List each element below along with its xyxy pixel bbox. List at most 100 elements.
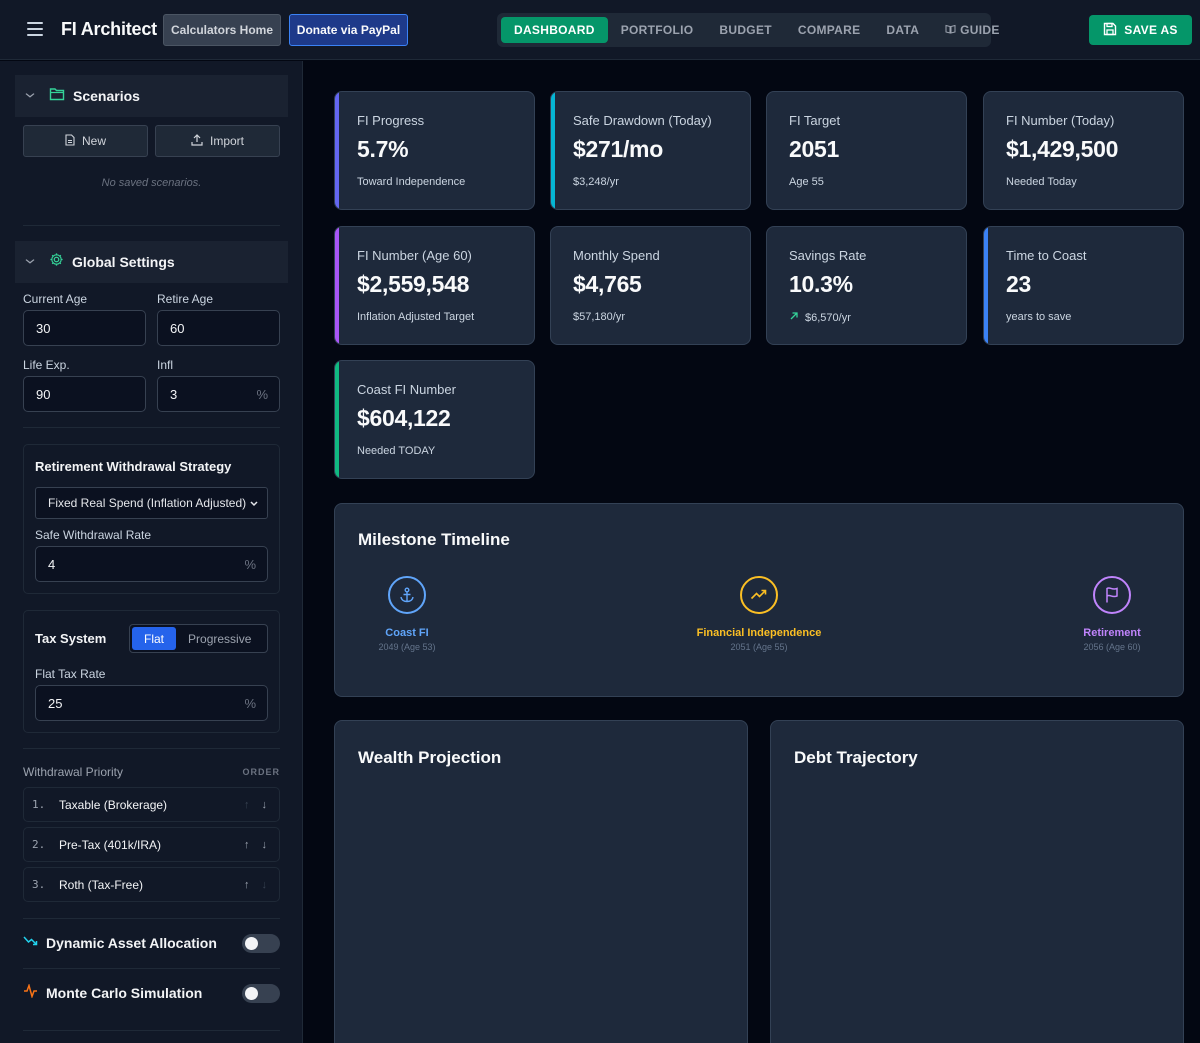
flat-tax-label: Flat Tax Rate xyxy=(35,667,106,681)
book-icon xyxy=(945,24,956,37)
stat-sub: Inflation Adjusted Target xyxy=(357,311,475,323)
tab-portfolio[interactable]: PORTFOLIO xyxy=(608,17,707,43)
stat-value: 2051 xyxy=(789,136,839,162)
monte-carlo-toggle[interactable] xyxy=(242,983,280,1003)
stat-sub: Needed Today xyxy=(1006,176,1077,188)
import-scenario-button[interactable]: Import xyxy=(155,125,280,157)
no-scenarios-note: No saved scenarios. xyxy=(101,177,202,189)
divider xyxy=(23,748,280,749)
monte-carlo-row: Monte Carlo Simulation xyxy=(23,981,280,1005)
inflation-label: Infl xyxy=(157,358,174,372)
milestone-name: Coast FI xyxy=(385,627,429,639)
dynamic-allocation-label: Dynamic Asset Allocation xyxy=(46,935,217,951)
dynamic-allocation-toggle[interactable] xyxy=(242,933,280,953)
stat-label: Safe Drawdown (Today) xyxy=(573,113,712,128)
folder-icon xyxy=(49,87,65,106)
stat-sub: $3,248/yr xyxy=(573,176,619,188)
withdrawal-strategy-select[interactable]: Fixed Real Spend (Inflation Adjusted) xyxy=(35,487,268,519)
milestone-sub: 2051 (Age 55) xyxy=(730,642,788,652)
withdrawal-strategy-value: Fixed Real Spend (Inflation Adjusted) xyxy=(48,496,247,510)
tax-flat-option[interactable]: Flat xyxy=(132,627,177,650)
arrow-down-icon[interactable]: ↓ xyxy=(262,839,268,851)
milestone-timeline-panel: Milestone Timeline Coast FI 2049 (Age 53… xyxy=(334,503,1184,697)
inflation-value: 3 xyxy=(170,386,178,402)
inflation-input[interactable]: 3 % xyxy=(157,376,280,412)
arrow-up-icon[interactable]: ↑ xyxy=(244,839,250,851)
tax-system-toggle: Flat Progressive xyxy=(129,624,268,653)
tab-dashboard[interactable]: DASHBOARD xyxy=(501,17,608,43)
arrow-up-icon: ↑ xyxy=(244,798,250,811)
swr-input[interactable]: 4 % xyxy=(35,546,268,582)
stat-label: Monthly Spend xyxy=(573,248,660,263)
retire-age-label: Retire Age xyxy=(157,292,214,306)
trending-up-icon xyxy=(740,576,778,614)
stat-label: Savings Rate xyxy=(789,248,867,263)
stat-card-savings-rate: Savings Rate 10.3% $6,570/yr xyxy=(766,226,967,345)
withdrawal-strategy-title: Retirement Withdrawal Strategy xyxy=(35,459,232,474)
swr-value: 4 xyxy=(48,556,56,572)
tab-data[interactable]: DATA xyxy=(873,17,932,43)
current-age-input[interactable]: 30 xyxy=(23,310,146,346)
retire-age-input[interactable]: 60 xyxy=(157,310,280,346)
milestone-retirement: Retirement 2056 (Age 60) xyxy=(1022,576,1200,652)
menu-icon[interactable] xyxy=(27,22,43,36)
percent-unit: % xyxy=(244,695,256,711)
current-age-label: Current Age xyxy=(23,292,88,306)
milestone-name: Retirement xyxy=(1083,627,1141,639)
milestone-sub: 2056 (Age 60) xyxy=(1083,642,1141,652)
flag-icon xyxy=(1093,576,1131,614)
tab-budget[interactable]: BUDGET xyxy=(706,17,784,43)
percent-unit: % xyxy=(256,386,268,402)
arrow-up-right-icon xyxy=(789,311,799,324)
arrow-down-icon[interactable]: ↓ xyxy=(262,799,268,811)
tab-guide-label: GUIDE xyxy=(960,23,1000,37)
stat-value: 23 xyxy=(1006,271,1031,297)
life-expectancy-input[interactable]: 90 xyxy=(23,376,146,412)
scenarios-title: Scenarios xyxy=(73,88,140,104)
milestone-coast-fi: Coast FI 2049 (Age 53) xyxy=(317,576,497,652)
stat-label: FI Number (Age 60) xyxy=(357,248,472,263)
global-settings-header[interactable]: Global Settings xyxy=(15,241,288,283)
stat-label: Coast FI Number xyxy=(357,382,456,397)
priority-label: Roth (Tax-Free) xyxy=(59,877,144,892)
sidebar: Scenarios New Import No saved scenarios.… xyxy=(0,61,303,1043)
new-scenario-button[interactable]: New xyxy=(23,125,148,157)
tab-compare[interactable]: COMPARE xyxy=(785,17,874,43)
tax-progressive-option[interactable]: Progressive xyxy=(176,627,263,650)
divider xyxy=(23,968,280,969)
milestone-name: Financial Independence xyxy=(696,627,822,639)
stat-card-coast-fi-number: Coast FI Number $604,122 Needed TODAY xyxy=(334,360,535,479)
debt-trajectory-panel: Debt Trajectory xyxy=(770,720,1184,1043)
main-nav-tabs: DASHBOARD PORTFOLIO BUDGET COMPARE DATA … xyxy=(497,13,999,47)
wealth-projection-title: Wealth Projection xyxy=(358,748,502,767)
withdrawal-priority-title: Withdrawal Priority xyxy=(23,765,124,779)
stat-value: $4,765 xyxy=(573,271,642,297)
stat-label: FI Progress xyxy=(357,113,425,128)
milestone-financial-independence: Financial Independence 2051 (Age 55) xyxy=(669,576,849,652)
tab-guide[interactable]: GUIDE xyxy=(932,17,1013,43)
import-label: Import xyxy=(209,134,244,148)
stat-sub: Needed TODAY xyxy=(357,445,436,457)
priority-row: 2. Pre-Tax (401k/IRA) ↑ ↓ xyxy=(23,827,280,862)
stat-label: FI Target xyxy=(789,113,841,128)
flat-tax-value: 25 xyxy=(48,695,63,711)
stat-card-fi-progress: FI Progress 5.7% Toward Independence xyxy=(334,91,535,210)
dynamic-allocation-row: Dynamic Asset Allocation xyxy=(23,931,280,955)
priority-number: 2. xyxy=(32,838,46,851)
milestone-title: Milestone Timeline xyxy=(358,530,510,549)
flat-tax-input[interactable]: 25 % xyxy=(35,685,268,721)
save-icon xyxy=(1103,22,1117,39)
stat-value: $2,559,548 xyxy=(357,271,470,297)
divider xyxy=(23,427,280,428)
donate-paypal-button[interactable]: Donate via PayPal xyxy=(289,14,408,46)
save-as-label: SAVE AS xyxy=(1124,23,1178,37)
arrow-up-icon[interactable]: ↑ xyxy=(244,879,250,891)
stat-card-fi-number-age-60: FI Number (Age 60) $2,559,548 Inflation … xyxy=(334,226,535,345)
calculators-home-button[interactable]: Calculators Home xyxy=(163,14,281,46)
stat-card-fi-target: FI Target 2051 Age 55 xyxy=(766,91,967,210)
scenarios-section-header[interactable]: Scenarios xyxy=(15,75,288,117)
stat-card-fi-number-today: FI Number (Today) $1,429,500 Needed Toda… xyxy=(983,91,1184,210)
tax-system-title: Tax System xyxy=(35,631,107,646)
save-as-button[interactable]: SAVE AS xyxy=(1089,15,1192,45)
stat-value: $604,122 xyxy=(357,405,451,431)
